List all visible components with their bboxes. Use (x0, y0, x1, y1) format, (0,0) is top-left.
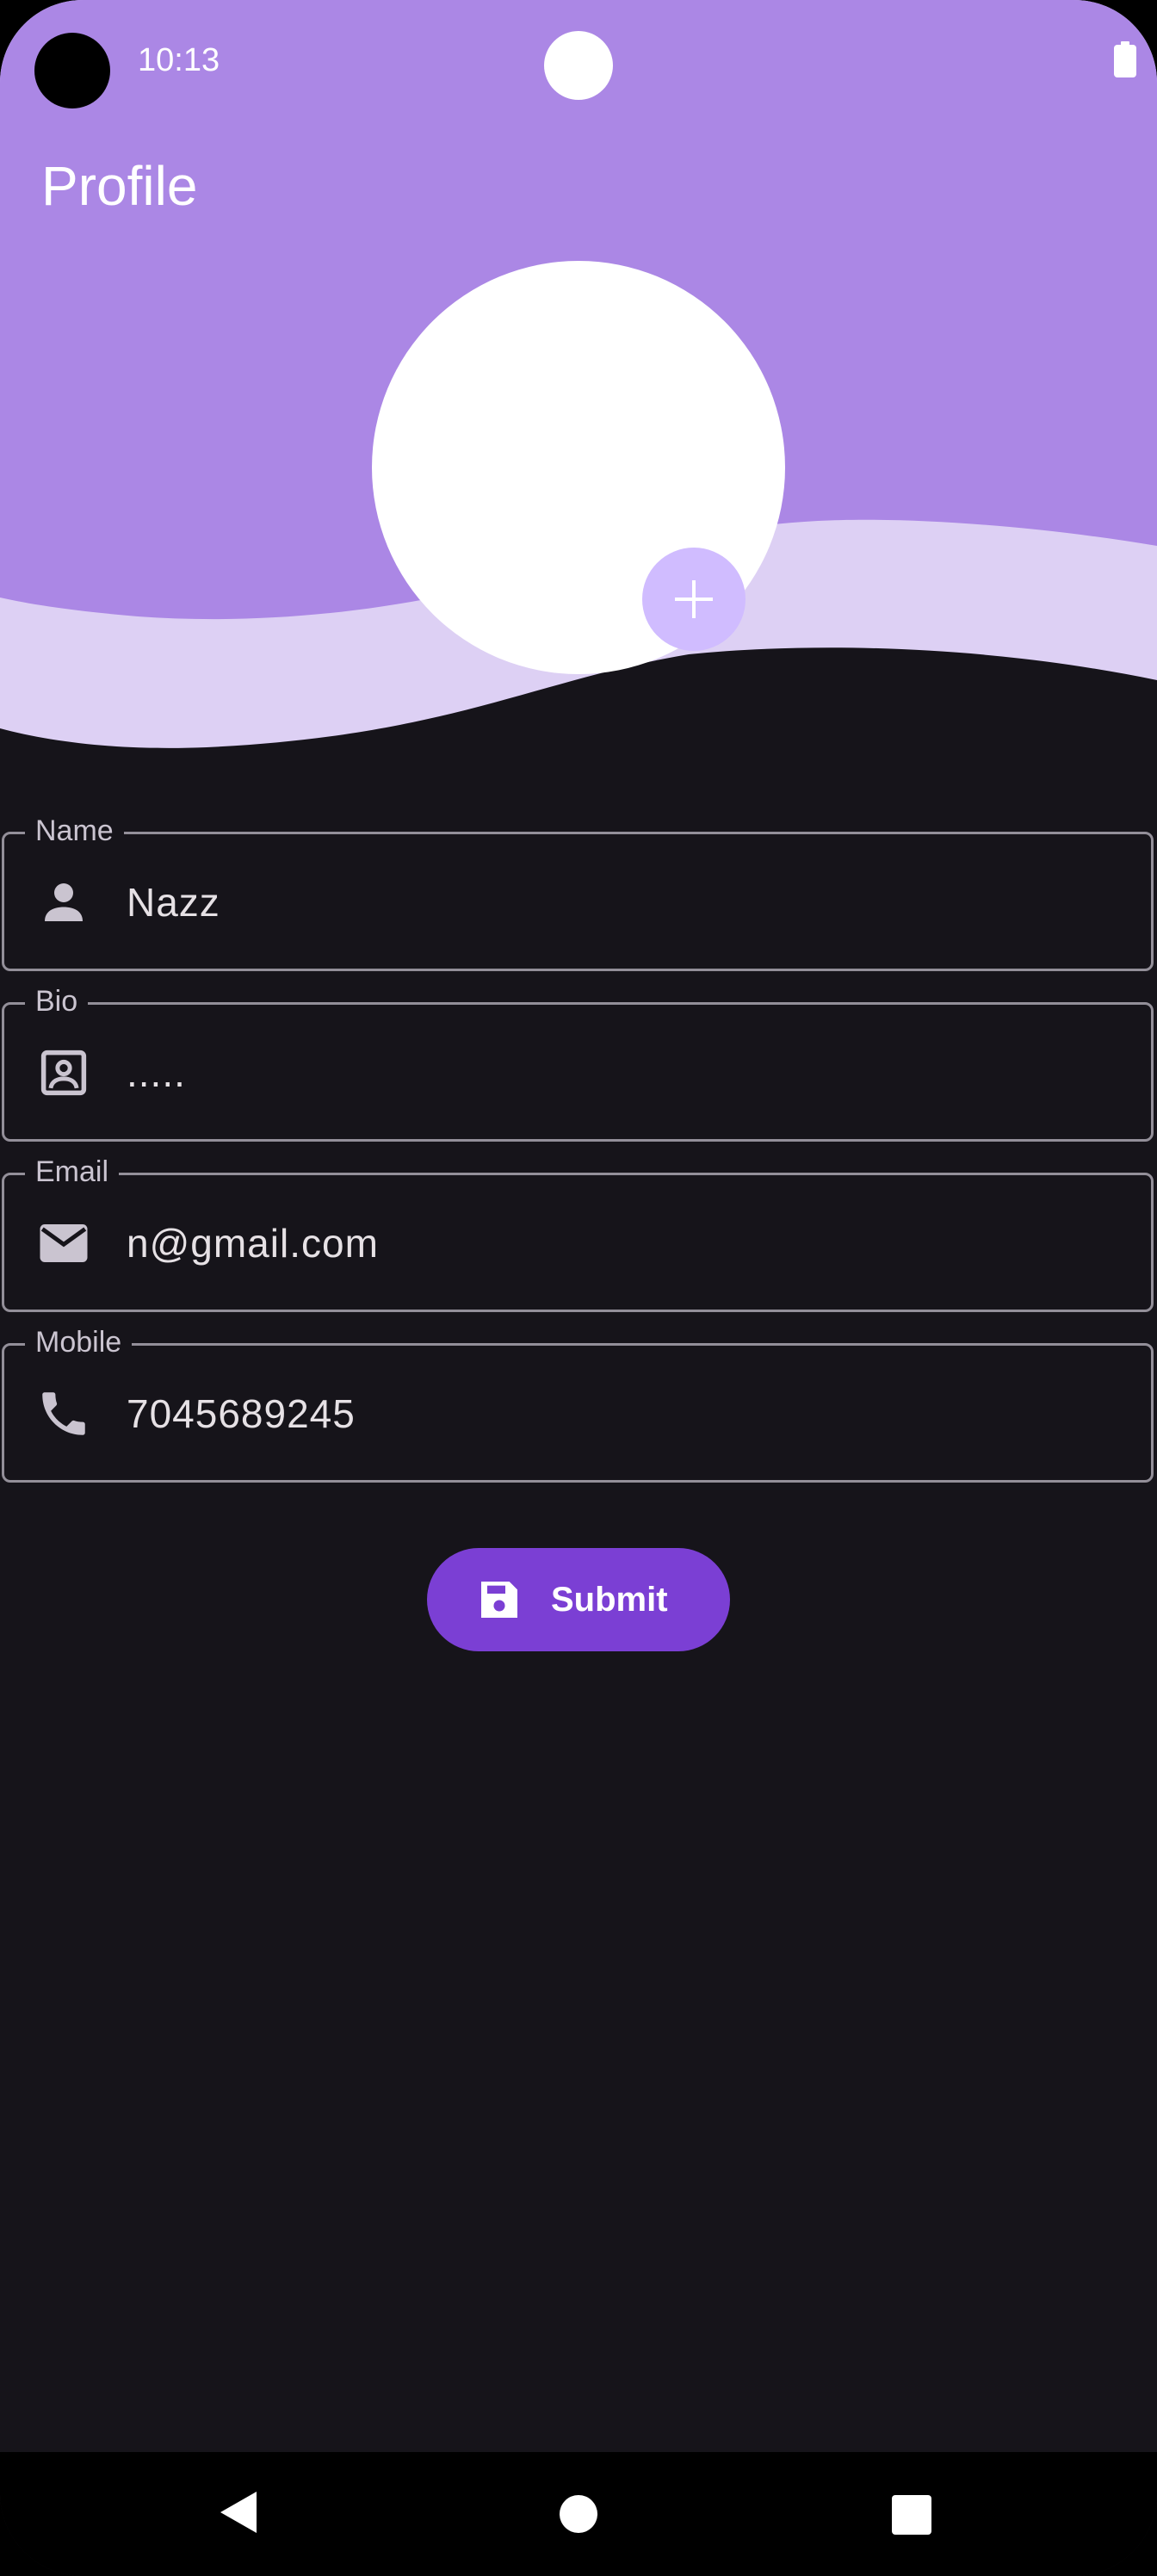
bio-input[interactable]: ..... (127, 1048, 186, 1098)
plus-icon (675, 580, 713, 618)
name-input[interactable]: Nazz (127, 877, 220, 927)
name-field[interactable]: Name Nazz (2, 812, 1154, 971)
mobile-field[interactable]: Mobile 7045689245 (2, 1323, 1154, 1483)
submit-button-label: Submit (551, 1581, 668, 1619)
mobile-input[interactable]: 7045689245 (127, 1389, 356, 1439)
home-icon[interactable] (560, 2495, 597, 2533)
bio-field[interactable]: Bio ..... (2, 982, 1154, 1142)
app-screen: 10:13 Profile Name Nazz Bio ..... Email … (0, 0, 1157, 2576)
add-photo-button[interactable] (642, 548, 746, 651)
phone-icon (42, 1392, 85, 1435)
mobile-field-label: Mobile (25, 1323, 133, 1361)
email-input[interactable]: n@gmail.com (127, 1218, 379, 1268)
bio-field-label: Bio (25, 982, 89, 1020)
front-camera (34, 33, 110, 108)
status-time: 10:13 (138, 42, 220, 78)
person-icon (45, 883, 83, 921)
email-field[interactable]: Email n@gmail.com (2, 1153, 1154, 1312)
battery-icon (1114, 41, 1136, 77)
mail-icon (40, 1224, 88, 1262)
email-field-label: Email (25, 1153, 120, 1191)
recents-icon[interactable] (892, 2495, 931, 2535)
page-title: Profile (41, 155, 198, 217)
save-icon (481, 1582, 517, 1618)
submit-button[interactable]: Submit (427, 1548, 730, 1651)
name-field-label: Name (25, 812, 124, 850)
back-icon[interactable] (217, 2490, 258, 2535)
notification-dot-icon (544, 31, 613, 100)
system-navigation-bar (0, 2452, 1157, 2576)
contact-card-icon (40, 1050, 87, 1096)
